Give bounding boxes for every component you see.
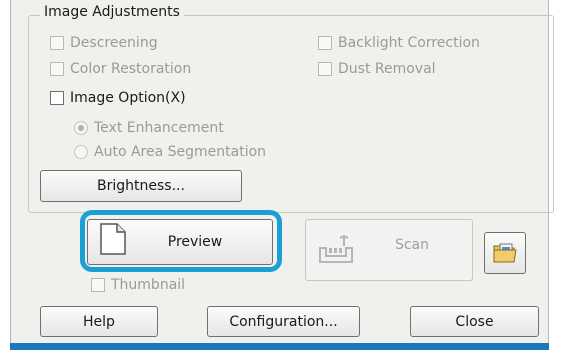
backlight-correction-label: Backlight Correction (338, 35, 480, 51)
text-enhancement-label: Text Enhancement (94, 120, 224, 136)
file-save-settings-icon (493, 243, 517, 263)
color-restoration-option[interactable]: Color Restoration (50, 61, 191, 77)
close-button[interactable]: Close (410, 306, 539, 337)
auto-area-segmentation-radio[interactable] (74, 145, 88, 159)
image-adjustments-title: Image Adjustments (40, 4, 184, 20)
descreening-checkbox[interactable] (50, 36, 64, 50)
auto-area-segmentation-label: Auto Area Segmentation (94, 144, 267, 160)
text-enhancement-radio[interactable] (74, 121, 88, 135)
backlight-correction-checkbox[interactable] (318, 36, 332, 50)
file-save-settings-button[interactable] (484, 232, 526, 274)
thumbnail-label: Thumbnail (111, 277, 186, 293)
document-icon (100, 223, 126, 255)
descreening-option[interactable]: Descreening (50, 35, 158, 51)
dust-removal-option[interactable]: Dust Removal (318, 61, 436, 77)
backlight-correction-option[interactable]: Backlight Correction (318, 35, 480, 51)
color-restoration-label: Color Restoration (70, 61, 192, 77)
window-bottom-border (10, 343, 549, 350)
thumbnail-option[interactable]: Thumbnail (91, 277, 185, 293)
image-option-label: Image Option(X) (70, 90, 186, 106)
auto-area-segmentation-option[interactable]: Auto Area Segmentation (74, 144, 266, 160)
image-option[interactable]: Image Option(X) (50, 90, 186, 106)
help-button[interactable]: Help (40, 306, 158, 337)
text-enhancement-option[interactable]: Text Enhancement (74, 120, 224, 136)
dust-removal-checkbox[interactable] (318, 62, 332, 76)
brightness-button[interactable]: Brightness... (40, 170, 242, 202)
scanner-icon (319, 234, 353, 263)
color-restoration-checkbox[interactable] (50, 62, 64, 76)
configuration-button[interactable]: Configuration... (207, 306, 360, 337)
scan-label: Scan (394, 237, 430, 253)
thumbnail-checkbox[interactable] (91, 278, 105, 292)
dust-removal-label: Dust Removal (338, 61, 436, 77)
image-option-checkbox[interactable] (50, 91, 64, 105)
preview-label: Preview (167, 234, 223, 250)
descreening-label: Descreening (70, 35, 158, 51)
